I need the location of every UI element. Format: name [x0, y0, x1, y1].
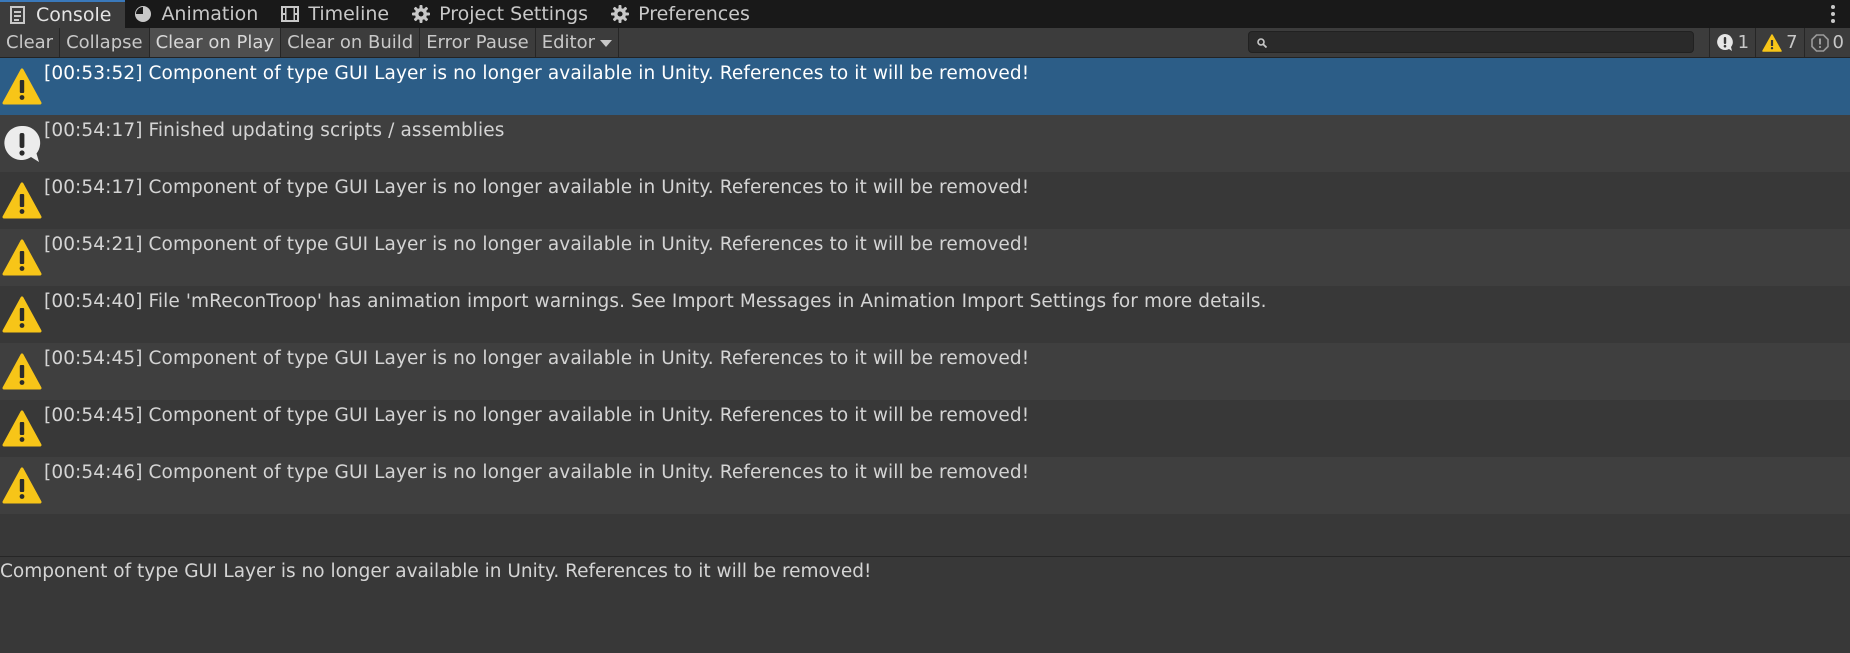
error-count: 0: [1832, 32, 1844, 53]
log-entry[interactable]: [00:54:45] Component of type GUI Layer i…: [0, 343, 1850, 400]
log-entry[interactable]: [00:54:46] Component of type GUI Layer i…: [0, 457, 1850, 514]
clear-button[interactable]: Clear: [0, 28, 61, 57]
warning-icon: [1762, 33, 1782, 52]
tab-preferences[interactable]: Preferences: [602, 0, 764, 28]
log-entry[interactable]: [00:54:21] Component of type GUI Layer i…: [0, 229, 1850, 286]
console-toolbar: Clear Collapse Clear on Play Clear on Bu…: [0, 28, 1850, 58]
tab-label: Animation: [161, 3, 259, 25]
log-entry[interactable]: [00:54:45] Component of type GUI Layer i…: [0, 400, 1850, 457]
console-log-list[interactable]: [00:53:52] Component of type GUI Layer i…: [0, 58, 1850, 514]
warning-icon: [0, 229, 44, 286]
tab-label: Console: [36, 4, 112, 26]
window-menu-kebab-icon[interactable]: [1826, 2, 1840, 26]
warning-icon: [0, 58, 44, 115]
clear-on-play-toggle[interactable]: Clear on Play: [149, 28, 282, 57]
log-count-toggle[interactable]: 1: [1708, 28, 1755, 57]
warning-icon: [0, 457, 44, 514]
clear-on-build-toggle[interactable]: Clear on Build: [281, 28, 421, 57]
log-detail-text: Component of type GUI Layer is no longer…: [0, 561, 872, 582]
collapse-button[interactable]: Collapse: [60, 28, 150, 57]
info-bubble-icon: [0, 115, 44, 172]
editor-dropdown[interactable]: Editor: [536, 28, 620, 57]
log-detail-pane: Component of type GUI Layer is no longer…: [0, 557, 1850, 653]
tab-console[interactable]: Console: [0, 0, 126, 28]
log-message: [00:54:21] Component of type GUI Layer i…: [44, 234, 1030, 255]
tab-label: Preferences: [638, 3, 750, 25]
console-icon: [8, 5, 28, 25]
search-input[interactable]: [1271, 33, 1675, 51]
log-entry[interactable]: [00:53:52] Component of type GUI Layer i…: [0, 58, 1850, 115]
tab-timeline[interactable]: Timeline: [272, 0, 403, 28]
warning-icon: [0, 400, 44, 457]
log-entry[interactable]: [00:54:17] Component of type GUI Layer i…: [0, 172, 1850, 229]
error-icon: [1810, 33, 1829, 52]
editor-dropdown-label: Editor: [541, 32, 596, 53]
tab-label: Timeline: [308, 3, 390, 25]
tab-animation[interactable]: Animation: [125, 0, 272, 28]
tab-project-settings[interactable]: Project Settings: [403, 0, 602, 28]
tab-label: Project Settings: [439, 3, 589, 25]
log-message: [00:54:45] Component of type GUI Layer i…: [44, 405, 1030, 426]
warning-count-toggle[interactable]: 7: [1755, 28, 1803, 57]
warning-count: 7: [1786, 32, 1798, 53]
search-field[interactable]: [1248, 31, 1694, 53]
animation-clock-icon: [133, 4, 153, 24]
search-icon: [1257, 33, 1268, 52]
log-message: [00:53:52] Component of type GUI Layer i…: [44, 63, 1030, 84]
warning-icon: [0, 286, 44, 343]
gear-icon: [610, 4, 630, 24]
error-pause-toggle[interactable]: Error Pause: [420, 28, 536, 57]
log-entry[interactable]: [00:54:40] File 'mReconTroop' has animat…: [0, 286, 1850, 343]
log-message: [00:54:17] Finished updating scripts / a…: [44, 120, 505, 141]
window-tab-bar: Console Animation Timeline Project Setti…: [0, 0, 1850, 28]
chevron-down-icon: [600, 40, 613, 47]
log-count: 1: [1737, 32, 1750, 53]
log-message: [00:54:46] Component of type GUI Layer i…: [44, 462, 1030, 483]
log-message: [00:54:40] File 'mReconTroop' has animat…: [44, 291, 1267, 312]
warning-icon: [0, 172, 44, 229]
film-strip-icon: [280, 4, 300, 24]
log-entry[interactable]: [00:54:17] Finished updating scripts / a…: [0, 115, 1850, 172]
info-bubble-icon: [1716, 33, 1734, 52]
log-message: [00:54:17] Component of type GUI Layer i…: [44, 177, 1030, 198]
warning-icon: [0, 343, 44, 400]
log-counters: 1 7 0: [1708, 28, 1850, 57]
gear-icon: [411, 4, 431, 24]
log-message: [00:54:45] Component of type GUI Layer i…: [44, 348, 1030, 369]
error-count-toggle[interactable]: 0: [1803, 28, 1850, 57]
